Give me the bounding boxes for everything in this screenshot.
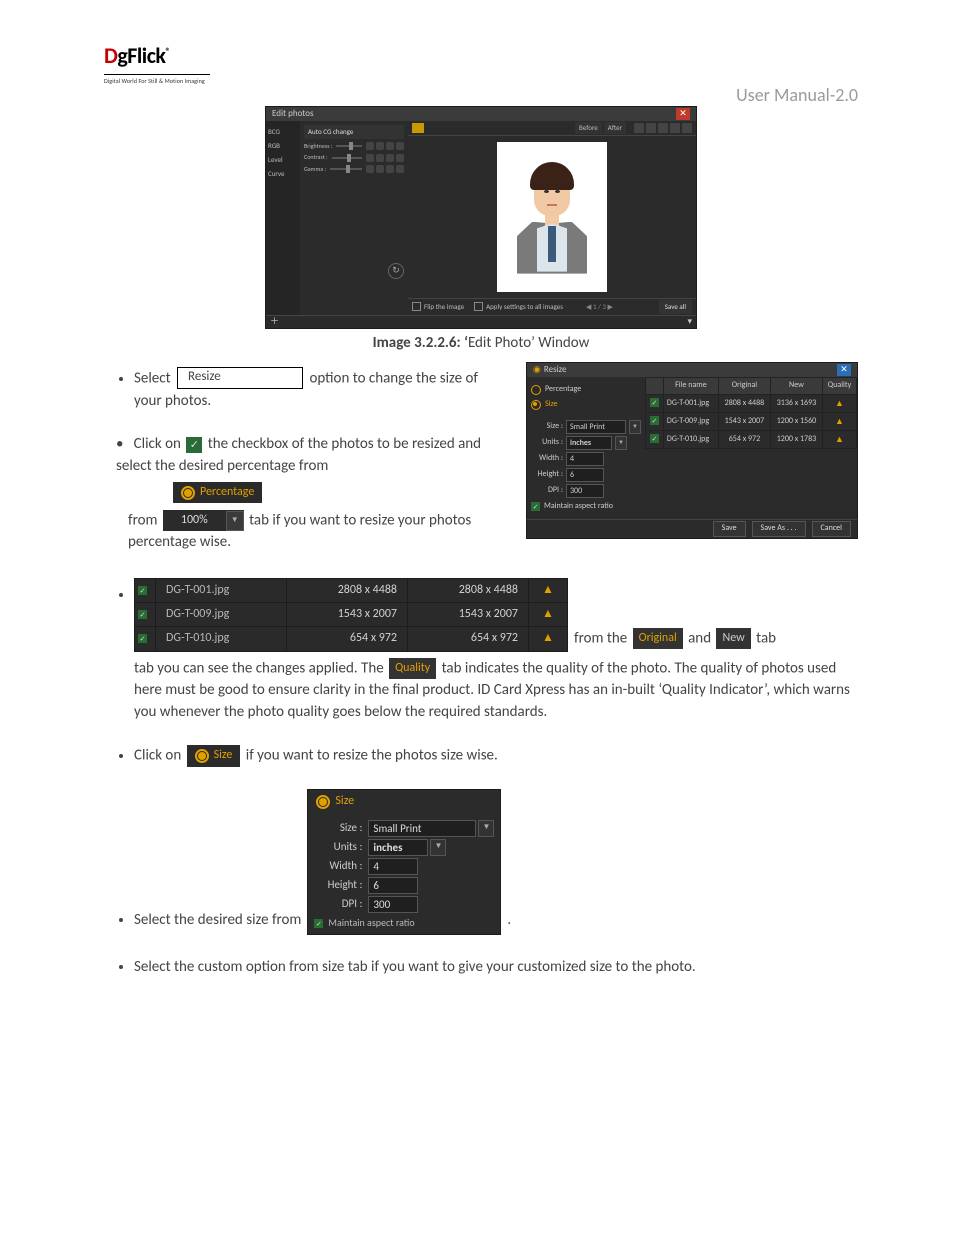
quality-icon: ▲ bbox=[542, 631, 554, 645]
new-tab-chip: New bbox=[716, 628, 750, 649]
quality-icon: ▲ bbox=[542, 607, 554, 621]
resize-dialog-title: Resize bbox=[544, 363, 567, 377]
dropdown-icon[interactable]: ▼ bbox=[478, 820, 494, 837]
window-title: Edit photos bbox=[272, 107, 314, 121]
size-select[interactable]: Small Print bbox=[566, 420, 626, 434]
pager[interactable]: ◀ 1 / 3 ▶ bbox=[586, 302, 613, 312]
bullet-3: ✓ DG-T-001.jpg2808 x 44882808 x 4488▲ ✓ … bbox=[134, 578, 858, 724]
zoom-out-icon[interactable] bbox=[658, 123, 668, 133]
grid-icon[interactable] bbox=[670, 123, 680, 133]
row-check-icon[interactable]: ✓ bbox=[650, 398, 659, 407]
plus-icon[interactable]: ＋ bbox=[270, 315, 279, 328]
reset-icon bbox=[396, 154, 404, 162]
aspect-ratio-checkbox[interactable]: ✓Maintain aspect ratio bbox=[314, 916, 494, 931]
zoom-fit-icon[interactable] bbox=[634, 123, 644, 133]
row-check-icon[interactable]: ✓ bbox=[650, 416, 659, 425]
brightness-slider[interactable]: Brightness : bbox=[304, 142, 404, 151]
width-input[interactable]: 4 bbox=[566, 452, 604, 466]
brand-logo: DgFlick® Digital World For Still & Motio… bbox=[104, 40, 210, 86]
quality-icon: ▲ bbox=[822, 431, 856, 449]
size-settings-panel: Size Size :Small Print▼ Units :inches▼ W… bbox=[307, 789, 501, 935]
fullscreen-icon[interactable] bbox=[682, 123, 692, 133]
edit-side-tabs: BCG RGB Level Curve bbox=[266, 121, 300, 315]
panel-heading: Auto CG change bbox=[304, 125, 404, 139]
size-select[interactable]: Small Print bbox=[368, 820, 476, 837]
quality-icon: ▲ bbox=[822, 412, 856, 430]
table-row: ✓DG-T-009.jpg1543 x 20071200 x 1560▲ bbox=[646, 412, 857, 430]
size-radio[interactable]: Size bbox=[531, 399, 641, 411]
close-icon[interactable]: ✕ bbox=[837, 364, 851, 376]
flip-checkbox[interactable] bbox=[412, 302, 421, 311]
gamma-slider[interactable]: Gamma : bbox=[304, 165, 404, 174]
table-row: ✓ DG-T-010.jpg654 x 972654 x 972▲ bbox=[135, 627, 568, 651]
tab-rgb[interactable]: RGB bbox=[268, 139, 298, 153]
table-row: ✓ DG-T-001.jpg2808 x 44882808 x 4488▲ bbox=[135, 578, 568, 602]
photo-preview bbox=[497, 142, 607, 292]
rotate-icon[interactable]: ↻ bbox=[388, 263, 404, 279]
row-check-icon[interactable]: ✓ bbox=[138, 610, 147, 619]
tab-curve[interactable]: Curve bbox=[268, 167, 298, 181]
table-row: ✓DG-T-010.jpg654 x 9721200 x 1783▲ bbox=[646, 431, 857, 449]
check-icon[interactable]: ✓ bbox=[186, 437, 202, 453]
figure-caption: Image 3.2.2.6: ‘Edit Photo’ Window bbox=[104, 333, 858, 355]
tab-bcg[interactable]: BCG bbox=[268, 125, 298, 139]
original-tab-chip: Original bbox=[633, 628, 683, 649]
save-as-button[interactable]: Save As . . . bbox=[752, 521, 806, 537]
quality-tab-chip: Quality bbox=[389, 658, 436, 679]
dropdown-icon[interactable]: ▼ bbox=[430, 839, 446, 856]
percentage-radio[interactable]: Percentage bbox=[531, 384, 641, 396]
size-radio-pill[interactable]: Size bbox=[187, 745, 241, 766]
units-select[interactable]: inches bbox=[368, 839, 428, 856]
dpi-input[interactable]: 300 bbox=[566, 484, 604, 498]
percentage-radio[interactable]: Percentage bbox=[173, 482, 262, 503]
units-select[interactable]: inches bbox=[566, 436, 612, 450]
edit-photo-window: Edit photos ✕ BCG RGB Level Curve Auto C… bbox=[265, 106, 697, 329]
dropdown-icon[interactable]: ▼ bbox=[629, 420, 641, 434]
bullet-4: Click on Size if you want to resize the … bbox=[134, 745, 858, 767]
row-check-icon[interactable]: ✓ bbox=[650, 434, 659, 443]
contrast-slider[interactable]: Contrast : bbox=[304, 153, 404, 162]
row-check-icon[interactable]: ✓ bbox=[138, 634, 147, 643]
height-input[interactable]: 6 bbox=[566, 468, 604, 482]
zoom-in-icon[interactable] bbox=[646, 123, 656, 133]
aspect-ratio-checkbox[interactable]: ✓Maintain aspect ratio bbox=[531, 501, 641, 513]
resize-file-table: File name Original New Quality ✓DG-T-001… bbox=[645, 377, 857, 449]
quality-icon: ▲ bbox=[542, 583, 554, 597]
height-input[interactable]: 6 bbox=[368, 877, 418, 894]
dropdown-icon[interactable]: ▼ bbox=[615, 436, 627, 450]
trash-icon[interactable]: ▾ bbox=[687, 315, 692, 328]
warning-icon bbox=[412, 123, 424, 133]
file-list-strip: ✓ DG-T-001.jpg2808 x 44882808 x 4488▲ ✓ … bbox=[134, 578, 568, 652]
resize-option-chip[interactable]: Resize bbox=[177, 367, 303, 389]
bullet-5: Select the desired size from Size Size :… bbox=[134, 789, 858, 935]
flip-label: Flip the image bbox=[424, 302, 464, 312]
row-check-icon[interactable]: ✓ bbox=[138, 586, 147, 595]
close-icon[interactable]: ✕ bbox=[676, 108, 690, 120]
bullet-1: Select Resize option to change the size … bbox=[134, 368, 858, 553]
save-all-button[interactable]: Save all bbox=[659, 300, 692, 314]
percentage-combo[interactable]: 100%▼ bbox=[163, 510, 244, 531]
bullet-6: Select the custom option from size tab i… bbox=[134, 957, 858, 979]
resize-dialog: ◉ Resize ✕ Percentage Size Size :Small P… bbox=[526, 362, 858, 539]
width-input[interactable]: 4 bbox=[368, 858, 418, 875]
cancel-button[interactable]: Cancel bbox=[812, 521, 852, 537]
dpi-input[interactable]: 300 bbox=[368, 896, 418, 913]
reset-icon bbox=[396, 142, 404, 150]
quality-icon: ▲ bbox=[822, 394, 856, 412]
save-button[interactable]: Save bbox=[713, 521, 746, 537]
before-toggle[interactable]: Before bbox=[575, 122, 602, 134]
apply-all-label: Apply settings to all images bbox=[486, 302, 563, 312]
reset-icon bbox=[396, 165, 404, 173]
table-row: ✓DG-T-001.jpg2808 x 44883136 x 1693▲ bbox=[646, 394, 857, 412]
apply-all-checkbox[interactable] bbox=[474, 302, 483, 311]
manual-version: User Manual-2.0 bbox=[736, 82, 858, 108]
table-row: ✓ DG-T-009.jpg1543 x 20071543 x 2007▲ bbox=[135, 603, 568, 627]
after-toggle[interactable]: After bbox=[604, 122, 626, 134]
tab-level[interactable]: Level bbox=[268, 153, 298, 167]
